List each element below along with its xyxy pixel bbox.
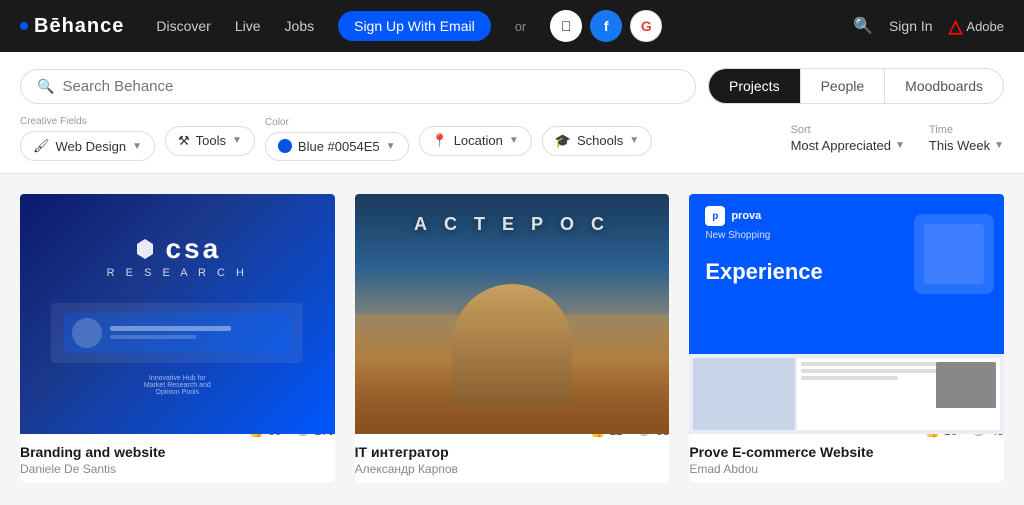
sort-label: Sort: [791, 124, 905, 136]
tab-moodboards[interactable]: Moodboards: [885, 69, 1003, 103]
adobe-logo[interactable]: △ Adobe: [949, 16, 1004, 37]
brush-icon: 🖌: [33, 138, 50, 154]
card-info-3: Prove E-commerce Website Emad Abdou 👍 10…: [689, 434, 1004, 482]
csa-sub-text: R E S E A R C H: [107, 267, 248, 279]
csa-logo-text: csa: [165, 233, 221, 265]
navbar: Bēhance Discover Live Jobs Sign Up With …: [0, 0, 1024, 52]
time-value-text: This Week: [929, 138, 990, 153]
card-author-3: Emad Abdou: [689, 462, 873, 476]
tab-group: Projects People Moodboards: [708, 68, 1004, 104]
brand-dot: [20, 22, 28, 30]
projects-grid: csa R E S E A R C H Innovative Hub forMa…: [0, 174, 1024, 502]
brand-name: Bēhance: [34, 15, 124, 38]
card-title-2: IT интегратор: [355, 444, 458, 460]
tools-group: ⚒ Tools ▼: [165, 122, 255, 156]
search-row: 🔍 Projects People Moodboards: [20, 68, 1004, 104]
navbar-right: 🔍 Sign In △ Adobe: [853, 16, 1004, 37]
project-card-1[interactable]: csa R E S E A R C H Innovative Hub forMa…: [20, 194, 335, 482]
signup-button[interactable]: Sign Up With Email: [338, 11, 491, 41]
schools-button[interactable]: 🎓 Schools ▼: [542, 126, 652, 156]
card-info-2: IT интегратор Александр Карпов 👍 12 👁 63: [355, 434, 670, 482]
location-group: 📍 Location ▼: [419, 122, 532, 156]
card-author-2: Александр Карпов: [355, 462, 458, 476]
chevron-down-icon: ▼: [629, 135, 639, 146]
schools-group: 🎓 Schools ▼: [542, 122, 652, 156]
project-card-3[interactable]: p prova New Shopping Experience: [689, 194, 1004, 482]
nav-live[interactable]: Live: [235, 18, 261, 34]
sort-chevron-icon: ▼: [895, 140, 905, 151]
facebook-signin-button[interactable]: f: [590, 10, 622, 42]
social-buttons:  f G: [550, 10, 662, 42]
school-icon: 🎓: [555, 133, 571, 149]
search-input[interactable]: [62, 78, 679, 95]
card-info-1: Branding and website Daniele De Santis 👍…: [20, 434, 335, 482]
tools-button[interactable]: ⚒ Tools ▼: [165, 126, 255, 156]
adobe-label: Adobe: [966, 19, 1004, 34]
or-text: or: [515, 19, 527, 34]
tab-projects[interactable]: Projects: [709, 69, 801, 103]
card-image-2: А С Т Е Р О С: [355, 194, 670, 434]
chevron-down-icon: ▼: [509, 135, 519, 146]
time-group: Time This Week ▼: [929, 124, 1004, 153]
nav-links: Discover Live Jobs: [156, 18, 314, 34]
color-value: Blue #0054E5: [298, 139, 380, 154]
project-card-2[interactable]: А С Т Е Р О С IT интегратор Александр Ка…: [355, 194, 670, 482]
nav-jobs[interactable]: Jobs: [285, 18, 315, 34]
chevron-down-icon: ▼: [232, 135, 242, 146]
color-button[interactable]: Blue #0054E5 ▼: [265, 132, 409, 161]
adobe-icon: △: [949, 16, 963, 37]
nav-discover[interactable]: Discover: [156, 18, 210, 34]
signin-link[interactable]: Sign In: [889, 18, 933, 34]
color-dot: [278, 139, 292, 153]
pin-icon: 📍: [432, 133, 448, 149]
location-button[interactable]: 📍 Location ▼: [419, 126, 532, 156]
creative-fields-group: Creative Fields 🖌 Web Design ▼: [20, 116, 155, 161]
prova-badge: prova: [731, 210, 761, 222]
arch-title: А С Т Е Р О С: [414, 214, 610, 235]
card-image-1: csa R E S E A R C H Innovative Hub forMa…: [20, 194, 335, 434]
tools-icon: ⚒: [178, 133, 190, 149]
chevron-down-icon: ▼: [132, 141, 142, 152]
time-value-button[interactable]: This Week ▼: [929, 138, 1004, 153]
chevron-down-icon: ▼: [386, 141, 396, 152]
card-title-3: Prove E-commerce Website: [689, 444, 873, 460]
sort-group: Sort Most Appreciated ▼: [791, 124, 905, 153]
color-label: Color: [265, 117, 409, 128]
tools-value: Tools: [196, 133, 226, 148]
apple-signin-button[interactable]: : [550, 10, 582, 42]
time-chevron-icon: ▼: [994, 140, 1004, 151]
search-input-wrap[interactable]: 🔍: [20, 69, 696, 104]
search-section: 🔍 Projects People Moodboards Creative Fi…: [0, 52, 1024, 174]
prova-header: p prova New Shopping Experience: [689, 194, 1004, 354]
prova-body: [689, 354, 1004, 434]
card-title-1: Branding and website: [20, 444, 165, 460]
time-label: Time: [929, 124, 1004, 136]
search-icon: 🔍: [37, 78, 54, 95]
search-icon-nav[interactable]: 🔍: [853, 16, 873, 36]
color-group: Color Blue #0054E5 ▼: [265, 117, 409, 161]
google-signin-button[interactable]: G: [630, 10, 662, 42]
csa-tagline: Innovative Hub forMarket Research andOpi…: [144, 375, 211, 396]
filters-row: Creative Fields 🖌 Web Design ▼ ⚒ Tools ▼…: [20, 104, 1004, 173]
creative-fields-button[interactable]: 🖌 Web Design ▼: [20, 131, 155, 161]
schools-value: Schools: [577, 133, 623, 148]
brand-logo[interactable]: Bēhance: [20, 15, 124, 38]
location-value: Location: [454, 133, 503, 148]
creative-fields-value: Web Design: [56, 139, 127, 154]
card-image-3: p prova New Shopping Experience: [689, 194, 1004, 434]
sort-value-button[interactable]: Most Appreciated ▼: [791, 138, 905, 153]
tab-people[interactable]: People: [801, 69, 886, 103]
card-author-1: Daniele De Santis: [20, 462, 165, 476]
sort-value-text: Most Appreciated: [791, 138, 891, 153]
sort-section: Sort Most Appreciated ▼ Time This Week ▼: [791, 124, 1004, 153]
creative-fields-label: Creative Fields: [20, 116, 155, 127]
